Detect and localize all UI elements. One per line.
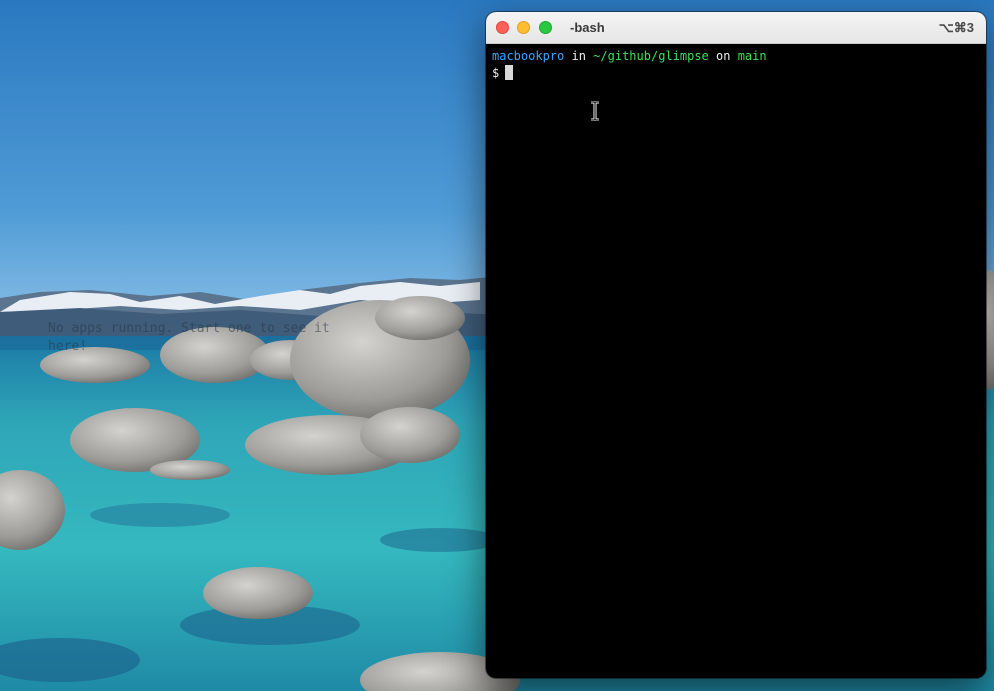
text-cursor [505,65,514,80]
minimize-button[interactable] [517,21,530,34]
maximize-button[interactable] [539,21,552,34]
window-shortcut: ⌥⌘3 [938,20,974,35]
prompt-branch: main [737,49,767,63]
close-button[interactable] [496,21,509,34]
window-title: -bash [570,20,605,35]
prompt-symbol: $ [492,66,500,80]
prompt-host: macbookpro [492,49,565,63]
terminal-console[interactable]: macbookpro in ~/github/glimpse on main $ [492,48,980,672]
prompt-on: on [716,49,731,63]
terminal-window[interactable]: -bash ⌥⌘3 macbookpro in ~/github/glimpse… [486,12,986,678]
prompt-in: in [571,49,586,63]
text-cursor-icon [591,101,599,121]
prompt-line: macbookpro in ~/github/glimpse on main [492,48,980,65]
prompt-path: ~/github/glimpse [593,49,709,63]
title-bar[interactable]: -bash ⌥⌘3 [486,12,986,44]
input-line[interactable]: $ [492,65,980,82]
